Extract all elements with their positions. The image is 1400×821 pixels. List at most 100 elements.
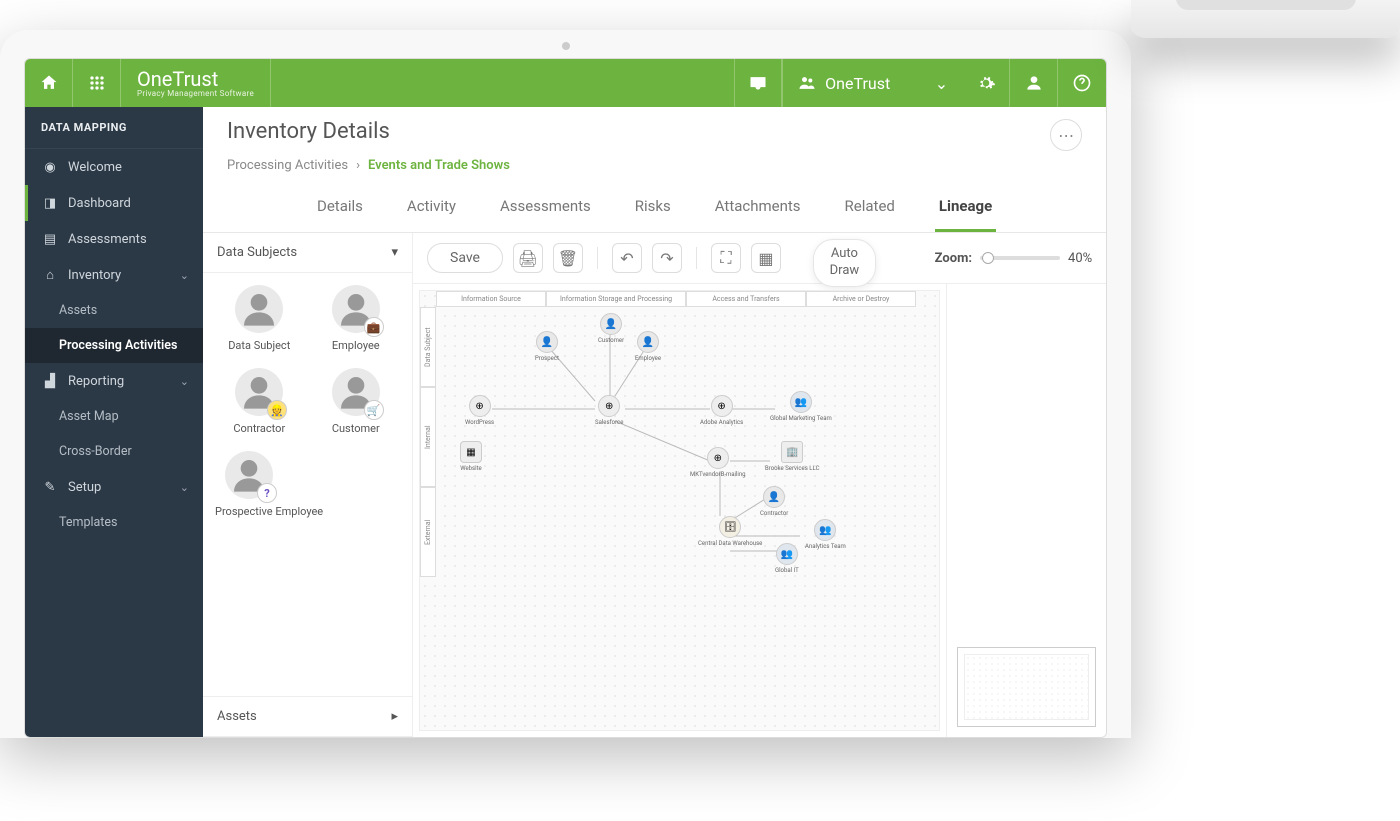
redo-button[interactable]: ↷ xyxy=(652,243,682,273)
brand: OneTrust Privacy Management Software xyxy=(121,59,271,107)
sidebar-item-assets[interactable]: Assets xyxy=(25,293,203,328)
node-adobe[interactable]: ⊕Adobe Analytics xyxy=(700,395,743,426)
sidebar: DATA MAPPING ◉Welcome ◨Dashboard ▤Assess… xyxy=(25,107,203,737)
palette-item-prospective-employee[interactable]: ? Prospective Employee xyxy=(215,451,400,518)
user-icon[interactable] xyxy=(1010,59,1058,107)
page-title: Inventory Details xyxy=(227,119,390,144)
caret-right-icon: ▸ xyxy=(391,709,398,724)
node-prospect[interactable]: 👤Prospect xyxy=(535,331,559,362)
palette-assets[interactable]: Assets▸ xyxy=(203,696,412,737)
dashboard-icon: ◨ xyxy=(42,195,58,211)
chart-icon: ▟ xyxy=(42,373,58,389)
node-brooke[interactable]: 🏢Brooke Services LLC xyxy=(765,441,820,472)
chevron-down-icon: ⌄ xyxy=(935,74,948,93)
crumb-active: Events and Trade Shows xyxy=(368,158,510,173)
row-external: External xyxy=(420,487,436,577)
apps-icon[interactable] xyxy=(73,59,121,107)
save-button[interactable]: Save xyxy=(427,243,503,273)
tab-risks[interactable]: Risks xyxy=(631,183,675,232)
palette-data-subjects[interactable]: Data Subjects▾ xyxy=(203,233,412,273)
caret-down-icon: ▾ xyxy=(391,245,398,260)
delete-button[interactable]: 🗑 xyxy=(553,243,583,273)
sidebar-item-inventory[interactable]: ⌂Inventory⌄ xyxy=(25,257,203,293)
sidebar-item-setup[interactable]: ✎Setup⌄ xyxy=(25,469,203,505)
sidebar-section: DATA MAPPING xyxy=(25,107,203,149)
briefcase-icon: 💼 xyxy=(364,317,384,337)
sidebar-item-asset-map[interactable]: Asset Map xyxy=(25,399,203,434)
palette-item-employee[interactable]: 💼 Employee xyxy=(312,285,401,352)
org-label: OneTrust xyxy=(825,74,890,93)
breadcrumb: Processing Activities › Events and Trade… xyxy=(203,156,1106,183)
minimap[interactable] xyxy=(946,284,1106,737)
sidebar-item-reporting[interactable]: ▟Reporting⌄ xyxy=(25,363,203,399)
topbar: OneTrust Privacy Management Software One… xyxy=(25,59,1106,107)
globe-icon: ◉ xyxy=(42,159,58,175)
palette-item-contractor[interactable]: 👷 Contractor xyxy=(215,368,304,435)
users-icon xyxy=(797,73,817,93)
grid-button[interactable]: ▦ xyxy=(751,243,781,273)
tabs: Details Activity Assessments Risks Attac… xyxy=(203,183,1106,233)
tab-assessments[interactable]: Assessments xyxy=(496,183,595,232)
row-internal: Internal xyxy=(420,387,436,487)
sidebar-item-welcome[interactable]: ◉Welcome xyxy=(25,149,203,185)
question-icon: ? xyxy=(257,483,277,503)
node-employee[interactable]: 👤Employee xyxy=(635,331,661,362)
expand-button[interactable]: ⛶ xyxy=(711,243,741,273)
sidebar-item-templates[interactable]: Templates xyxy=(25,505,203,540)
document-icon: ▤ xyxy=(42,231,58,247)
brand-sub: Privacy Management Software xyxy=(137,89,254,98)
node-salesforce[interactable]: ⊕Salesforce xyxy=(595,395,623,426)
tab-attachments[interactable]: Attachments xyxy=(711,183,805,232)
folder-icon: ⌂ xyxy=(42,267,58,283)
print-button[interactable]: 🖨 xyxy=(513,243,543,273)
col-storage: Information Storage and Processing xyxy=(546,291,686,307)
node-analytics[interactable]: 👥Analytics Team xyxy=(805,519,846,550)
tab-details[interactable]: Details xyxy=(313,183,367,232)
chevron-down-icon: ⌄ xyxy=(180,481,189,494)
auto-draw-button[interactable]: Auto Draw xyxy=(813,239,877,287)
tab-activity[interactable]: Activity xyxy=(403,183,460,232)
row-data-subject: Data Subject xyxy=(420,307,436,387)
node-mktvendor[interactable]: ⊕MKTvendorB-mailing xyxy=(690,447,746,478)
cart-icon: 🛒 xyxy=(364,400,384,420)
settings-icon[interactable] xyxy=(962,59,1010,107)
tab-lineage[interactable]: Lineage xyxy=(935,183,996,232)
node-cdw[interactable]: 🗄Central Data Warehouse xyxy=(698,516,762,547)
palette-item-data-subject[interactable]: Data Subject xyxy=(215,285,304,352)
sidebar-item-processing-activities[interactable]: Processing Activities xyxy=(25,328,203,363)
chevron-down-icon: ⌄ xyxy=(180,269,189,282)
sidebar-item-cross-border[interactable]: Cross-Border xyxy=(25,434,203,469)
node-globalit[interactable]: 👥Global IT xyxy=(775,543,799,574)
lineage-canvas[interactable]: Information Source Information Storage a… xyxy=(419,290,940,731)
help-icon[interactable] xyxy=(1058,59,1106,107)
tab-related[interactable]: Related xyxy=(841,183,899,232)
node-website[interactable]: ▦Website xyxy=(460,441,482,472)
zoom-value: 40% xyxy=(1068,251,1092,266)
sidebar-item-assessments[interactable]: ▤Assessments xyxy=(25,221,203,257)
chevron-down-icon: ⌄ xyxy=(180,375,189,388)
more-button[interactable]: ⋯ xyxy=(1050,119,1082,151)
canvas-toolbar: Save 🖨 🗑 ↶ ↷ ⛶ ▦ Auto Draw xyxy=(413,233,1106,284)
zoom-control[interactable]: Zoom: 40% xyxy=(935,251,1093,266)
palette-item-customer[interactable]: 🛒 Customer xyxy=(312,368,401,435)
home-icon[interactable] xyxy=(25,59,73,107)
content: Inventory Details ⋯ Processing Activitie… xyxy=(203,107,1106,737)
node-customer[interactable]: 👤Customer xyxy=(598,313,624,344)
org-switcher[interactable]: OneTrust ⌄ xyxy=(782,59,962,107)
inbox-icon[interactable] xyxy=(734,59,782,107)
col-archive: Archive or Destroy xyxy=(806,291,916,307)
crumb-sep: › xyxy=(356,158,360,173)
crumb-parent[interactable]: Processing Activities xyxy=(227,158,348,173)
zoom-slider[interactable] xyxy=(980,256,1060,260)
node-contractor[interactable]: 👤Contractor xyxy=(760,486,788,517)
sidebar-item-dashboard[interactable]: ◨Dashboard xyxy=(25,185,203,221)
wrench-icon: ✎ xyxy=(42,479,58,495)
palette: Data Subjects▾ Data Subject 💼 Employee 👷 xyxy=(203,233,413,737)
node-marketing[interactable]: 👥Global Marketing Team xyxy=(770,391,832,422)
hardhat-icon: 👷 xyxy=(267,400,287,420)
node-wordpress[interactable]: ⊕WordPress xyxy=(465,395,494,426)
undo-button[interactable]: ↶ xyxy=(612,243,642,273)
col-info-source: Information Source xyxy=(436,291,546,307)
col-access: Access and Transfers xyxy=(686,291,806,307)
brand-name: OneTrust xyxy=(137,69,254,89)
